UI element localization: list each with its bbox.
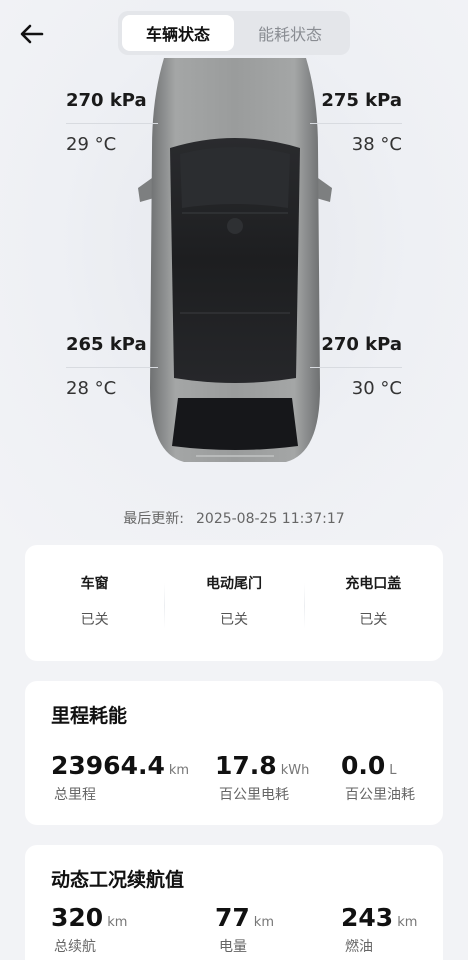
metric-value: 77 [215,903,250,932]
status-window: 车窗 已关 [25,545,164,661]
metric-value: 243 [341,903,394,932]
vehicle-status-card: 车窗 已关 电动尾门 已关 充电口盖 已关 [25,545,443,661]
tire-pressure: 270 kPa [321,334,402,355]
metric-unit: km [253,915,274,930]
metric-unit: km [168,763,190,778]
status-label: 电动尾门 [205,576,262,592]
metric-value: 23964.4 [51,751,165,780]
status-label: 充电口盖 [345,576,402,592]
metric-electric-consumption: 17.8 kWh 百公里电耗 [215,751,309,804]
tire-pressure: 275 kPa [321,90,402,111]
metric-caption: 电量 [219,939,247,955]
tire-pressure: 265 kPa [66,334,147,355]
metric-value: 0.0 [341,751,386,780]
back-button[interactable] [18,20,46,48]
last-updated: 最后更新: 2025-08-25 11:37:17 [0,508,468,528]
metric-fuel-consumption: 0.0 L 百公里油耗 [341,751,415,804]
metric-value: 320 [51,903,104,932]
card-title: 里程耗能 [51,705,128,727]
metric-unit: kWh [280,763,310,778]
metric-caption: 总里程 [54,787,96,803]
tire-rear-left: 265 kPa 28 °C [66,334,158,399]
car-top-view-image [138,58,332,462]
tab-vehicle-status[interactable]: 车辆状态 [122,15,234,51]
metric-caption: 总续航 [54,939,96,955]
status-value: 已关 [219,612,248,628]
tire-rear-right: 270 kPa 30 °C [310,334,402,399]
tire-temperature: 28 °C [66,378,117,399]
last-updated-time: 2025-08-25 11:37:17 [196,511,345,527]
status-label: 车窗 [80,576,109,592]
status-tailgate: 电动尾门 已关 [164,545,303,661]
metrics-row: 23964.4 km 总里程 17.8 kWh 百公里电耗 0.0 L 百公里油耗 [25,751,443,811]
last-updated-label: 最后更新: [123,511,184,527]
card-title: 动态工况续航值 [51,869,185,891]
metric-total-range: 320 km 总续航 [51,903,127,956]
metric-unit: km [107,915,128,930]
dynamic-range-card: 动态工况续航值 320 km 总续航 77 km 电量 243 km 燃油 [25,845,443,960]
divider [310,367,402,368]
metric-value: 17.8 [215,751,277,780]
metric-caption: 百公里电耗 [219,787,289,803]
tire-front-left: 270 kPa 29 °C [66,90,158,155]
arrow-left-icon [20,24,44,44]
tab-bar: 车辆状态 能耗状态 [118,11,350,55]
metric-unit: km [397,915,418,930]
status-charge-port: 充电口盖 已关 [303,545,443,661]
tire-front-right: 275 kPa 38 °C [310,90,402,155]
status-value: 已关 [80,612,109,628]
metric-unit: L [389,763,397,778]
metric-electric-range: 77 km 电量 [215,903,274,956]
divider [66,367,158,368]
tab-energy-status[interactable]: 能耗状态 [234,15,346,51]
tire-temperature: 29 °C [66,134,117,155]
divider [310,123,402,124]
metric-fuel-range: 243 km 燃油 [341,903,417,956]
metrics-row: 320 km 总续航 77 km 电量 243 km 燃油 [25,903,443,960]
tire-temperature: 38 °C [351,134,402,155]
mileage-energy-card: 里程耗能 23964.4 km 总里程 17.8 kWh 百公里电耗 0.0 L 百公… [25,681,443,825]
divider [66,123,158,124]
tire-pressure: 270 kPa [66,90,147,111]
metric-caption: 百公里油耗 [345,787,415,803]
tire-temperature: 30 °C [351,378,402,399]
metric-caption: 燃油 [345,939,373,955]
status-value: 已关 [359,612,388,628]
metric-total-mileage: 23964.4 km 总里程 [51,751,189,804]
